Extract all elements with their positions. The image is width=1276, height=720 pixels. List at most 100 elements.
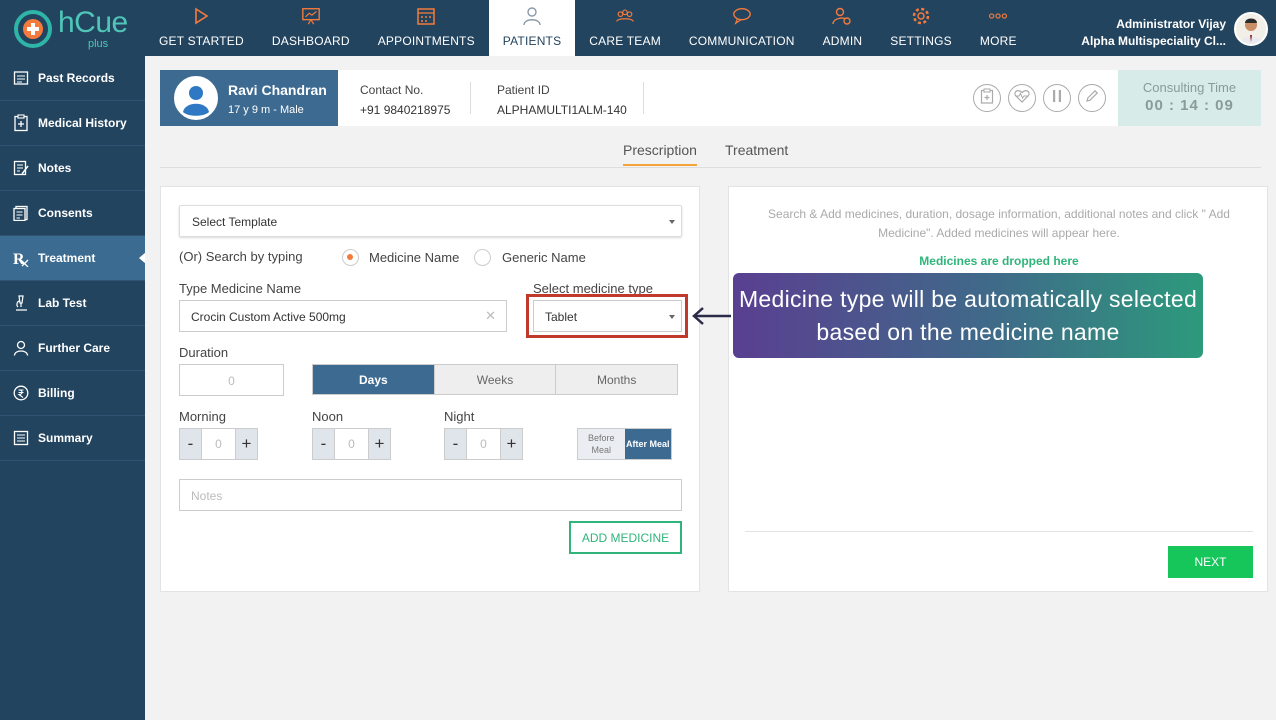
sidebar-item-billing[interactable]: Billing	[0, 371, 145, 416]
sidebar-item-label: Past Records	[38, 71, 115, 85]
nav-label: APPOINTMENTS	[377, 34, 475, 48]
rx-icon: R	[12, 249, 30, 267]
template-select[interactable]: Select Template	[179, 205, 682, 237]
patient-id-label: Patient ID	[497, 83, 550, 97]
nav-label: ADMIN	[822, 34, 863, 48]
hcue-logo[interactable]: hCue plus	[12, 6, 142, 50]
before-meal-option[interactable]: Before Meal	[578, 429, 625, 459]
team-icon	[615, 6, 635, 26]
heart-pulse-icon	[1014, 89, 1030, 108]
duration-input[interactable]: 0	[179, 364, 284, 396]
sidebar-item-medical-history[interactable]: Medical History	[0, 101, 145, 146]
nav-patients[interactable]: PATIENTS	[488, 0, 576, 56]
decrement-button[interactable]: -	[180, 429, 201, 459]
noon-dose-value[interactable]: 0	[334, 429, 369, 459]
nav-label: CARE TEAM	[589, 34, 661, 48]
morning-stepper: - 0 +	[179, 428, 258, 460]
close-icon[interactable]: ✕	[485, 308, 496, 324]
sidebar-item-further-care[interactable]: Further Care	[0, 326, 145, 371]
morning-label: Morning	[179, 409, 226, 424]
user-menu[interactable]: Administrator Vijay Alpha Multispecialit…	[1081, 16, 1226, 50]
sidebar-item-consents[interactable]: Consents	[0, 191, 145, 236]
next-button[interactable]: NEXT	[1168, 546, 1253, 578]
pause-button[interactable]	[1043, 84, 1071, 112]
sidebar-item-lab-test[interactable]: Lab Test	[0, 281, 145, 326]
after-meal-option[interactable]: After Meal	[624, 429, 671, 459]
top-navbar: hCue plus GET STARTED DASHBOARD APPOINTM…	[0, 0, 1276, 56]
nav-appointments[interactable]: APPOINTMENTS	[364, 0, 489, 56]
person-icon	[522, 6, 542, 26]
decrement-button[interactable]: -	[445, 429, 466, 459]
nav-admin[interactable]: ADMIN	[809, 0, 877, 56]
duration-unit-months[interactable]: Months	[555, 365, 678, 394]
notes-icon	[12, 159, 30, 177]
patient-name: Ravi Chandran	[228, 82, 327, 98]
patient-id: Patient ID ALPHAMULTI1ALM-140	[497, 80, 627, 120]
records-icon	[12, 69, 30, 87]
tab-prescription[interactable]: Prescription	[623, 142, 697, 166]
vitals-clipboard-button[interactable]	[973, 84, 1001, 112]
sidebar-item-label: Treatment	[38, 251, 96, 265]
medicine-name-input[interactable]: Crocin Custom Active 500mg ✕	[179, 300, 507, 332]
sidebar-item-past-records[interactable]: Past Records	[0, 56, 145, 101]
increment-button[interactable]: +	[369, 429, 390, 459]
nav-care-team[interactable]: CARE TEAM	[575, 0, 675, 56]
patient-card[interactable]: Ravi Chandran 17 y 9 m - Male	[160, 70, 338, 126]
logo-subtext: plus	[88, 38, 109, 50]
duration-label: Duration	[179, 345, 229, 360]
radio-medicine-name[interactable]	[342, 249, 359, 266]
nav-label: DASHBOARD	[271, 34, 350, 48]
night-dose-value[interactable]: 0	[466, 429, 501, 459]
nav-label: GET STARTED	[159, 34, 244, 48]
radio-medicine-name-label[interactable]: Medicine Name	[369, 250, 459, 265]
nav-more[interactable]: MORE	[966, 0, 1031, 56]
chat-icon	[732, 6, 752, 26]
patient-contact: Contact No. +91 9840218975	[360, 80, 450, 120]
sidebar-item-label: Medical History	[38, 116, 127, 130]
increment-button[interactable]: +	[501, 429, 522, 459]
radio-generic-name[interactable]	[474, 249, 491, 266]
consulting-time-label: Consulting Time	[1142, 80, 1237, 95]
duration-unit-days[interactable]: Days	[313, 365, 434, 394]
nav-get-started[interactable]: GET STARTED	[145, 0, 258, 56]
search-by-label: (Or) Search by typing	[179, 249, 303, 264]
prescription-form: Select Template (Or) Search by typing Me…	[160, 186, 700, 592]
template-select-value: Select Template	[192, 215, 278, 229]
chevron-down-icon	[669, 220, 675, 224]
main-content: Ravi Chandran 17 y 9 m - Male Contact No…	[145, 56, 1276, 720]
medicine-type-highlight	[526, 294, 688, 338]
sidebar-item-summary[interactable]: Summary	[0, 416, 145, 461]
medicine-name-value: Crocin Custom Active 500mg	[191, 310, 346, 324]
care-person-icon	[12, 339, 30, 357]
consent-doc-icon	[12, 204, 30, 222]
consulting-time-value: 00 : 14 : 09	[1145, 97, 1234, 114]
radio-generic-name-label[interactable]: Generic Name	[502, 250, 586, 265]
clipboard-icon	[12, 114, 30, 132]
tab-treatment[interactable]: Treatment	[725, 142, 788, 164]
morning-dose-value[interactable]: 0	[201, 429, 236, 459]
nav-label: SETTINGS	[890, 34, 952, 48]
avatar[interactable]	[1234, 12, 1268, 46]
chart-board-icon	[301, 6, 321, 26]
duration-unit-weeks[interactable]: Weeks	[433, 365, 556, 394]
nav-settings[interactable]: SETTINGS	[876, 0, 966, 56]
nav-communication[interactable]: COMMUNICATION	[675, 0, 809, 56]
drop-zone-label: Medicines are dropped here	[919, 254, 1079, 268]
decrement-button[interactable]: -	[313, 429, 334, 459]
duration-unit-toggle: Days Weeks Months	[312, 364, 678, 395]
add-medicine-button[interactable]: ADD MEDICINE	[569, 521, 682, 554]
patient-avatar-icon	[174, 76, 218, 120]
edit-button[interactable]	[1078, 84, 1106, 112]
nav-dashboard[interactable]: DASHBOARD	[258, 0, 364, 56]
more-icon	[988, 6, 1008, 26]
notes-input[interactable]: Notes	[179, 479, 682, 511]
heart-rate-button[interactable]	[1008, 84, 1036, 112]
noon-label: Noon	[312, 409, 344, 424]
admin-gear-icon	[832, 6, 852, 26]
increment-button[interactable]: +	[236, 429, 257, 459]
sidebar: Past Records Medical History Notes Conse…	[0, 56, 146, 720]
sidebar-item-treatment[interactable]: R Treatment	[0, 236, 146, 281]
divider	[470, 82, 471, 114]
nav-label: COMMUNICATION	[688, 34, 795, 48]
sidebar-item-notes[interactable]: Notes	[0, 146, 145, 191]
